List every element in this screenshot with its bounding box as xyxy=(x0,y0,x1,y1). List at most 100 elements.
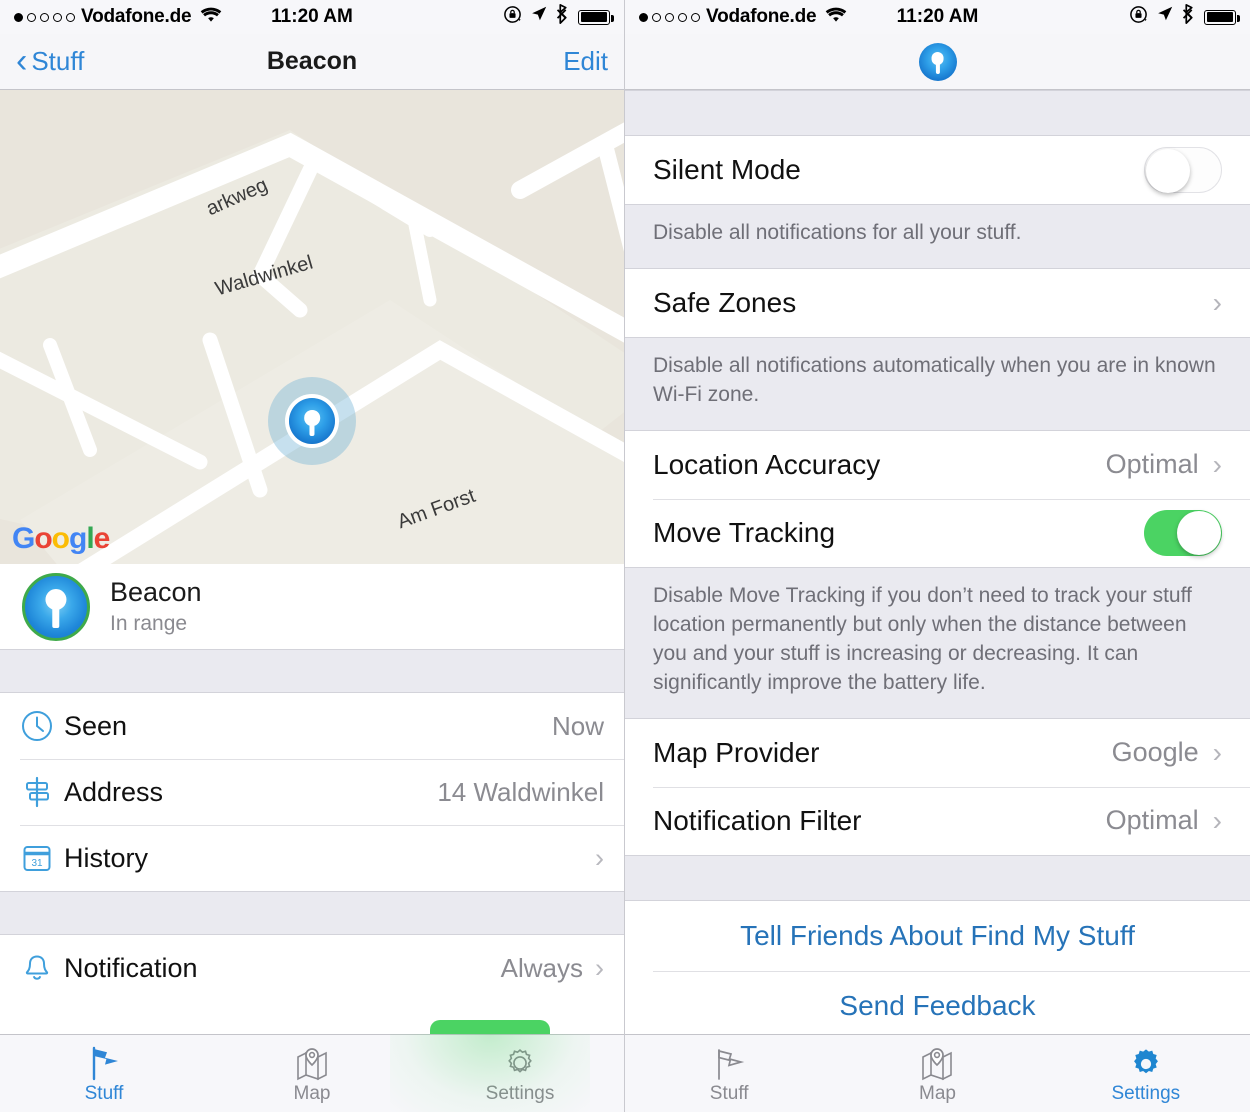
partial-toggle-bleed xyxy=(430,1020,550,1034)
tab-stuff[interactable]: Stuff xyxy=(625,1043,833,1105)
row-silent-mode[interactable]: Silent Mode xyxy=(625,136,1250,204)
beacon-avatar-icon xyxy=(22,572,90,641)
section-gap xyxy=(625,854,1250,901)
chevron-right-icon: › xyxy=(1212,804,1222,836)
row-map-provider[interactable]: Map Provider Google › xyxy=(625,718,1250,787)
silent-mode-toggle[interactable] xyxy=(1144,147,1222,193)
map-view[interactable]: arkweg Waldwinkel Am Forst Google xyxy=(0,90,624,564)
tab-map[interactable]: Map xyxy=(833,1043,1041,1105)
section-gap xyxy=(0,649,624,693)
rotation-lock-icon xyxy=(503,5,522,30)
left-screen-beacon-detail: Vodafone.de 11:20 AM ‹ Stuff Beacon Edit… xyxy=(0,0,625,1112)
nav-bar-left: ‹ Stuff Beacon Edit xyxy=(0,34,624,90)
chevron-right-icon: › xyxy=(595,952,604,983)
watermark-letter: l xyxy=(86,522,94,555)
right-screen-settings: Vodafone.de 11:20 AM Silent Mode Disable… xyxy=(625,0,1250,1112)
row-value: Optimal xyxy=(1105,449,1199,480)
tab-label: Map xyxy=(919,1082,956,1104)
row-label: Seen xyxy=(64,710,128,741)
tell-friends-link[interactable]: Tell Friends About Find My Stuff xyxy=(625,900,1250,971)
row-value: Always xyxy=(500,952,583,983)
row-label: Notification xyxy=(64,952,198,983)
tab-bar-left: Stuff Map Settings xyxy=(0,1034,624,1112)
watermark-letter: g xyxy=(69,522,87,555)
tab-settings[interactable]: Settings xyxy=(1042,1043,1250,1105)
google-watermark: Google xyxy=(12,522,111,556)
row-safe-zones[interactable]: Safe Zones › xyxy=(625,268,1250,337)
row-value: 14 Waldwinkel xyxy=(437,776,604,807)
dual-screenshot-container: Vodafone.de 11:20 AM ‹ Stuff Beacon Edit… xyxy=(0,0,1250,1112)
move-tracking-toggle[interactable] xyxy=(1144,509,1222,556)
bell-icon xyxy=(20,951,64,985)
tab-map[interactable]: Map xyxy=(208,1043,416,1105)
row-move-tracking[interactable]: Move Tracking xyxy=(625,498,1250,567)
note-safe-zones: Disable all notifications automatically … xyxy=(625,336,1250,431)
rotation-lock-icon xyxy=(1129,5,1148,30)
note-move-tracking: Disable Move Tracking if you don’t need … xyxy=(625,566,1250,719)
row-label: Location Accuracy xyxy=(653,448,881,480)
section-gap xyxy=(625,90,1250,136)
nav-bar-right xyxy=(625,34,1250,90)
tab-label: Settings xyxy=(1111,1082,1181,1104)
row-label: Notification Filter xyxy=(653,804,862,836)
calendar-icon: 31 xyxy=(20,841,64,875)
gear-icon xyxy=(1126,1043,1166,1081)
section-gap xyxy=(0,891,624,935)
status-bar-icons-group xyxy=(503,4,614,30)
row-value: Optimal xyxy=(1105,805,1199,836)
chevron-right-icon: › xyxy=(1212,448,1222,480)
row-history[interactable]: 31 History › xyxy=(0,825,624,891)
bluetooth-icon xyxy=(1182,4,1196,30)
status-bar-right: Vodafone.de 11:20 AM xyxy=(625,0,1250,34)
signpost-icon xyxy=(20,775,64,809)
send-feedback-link[interactable]: Send Feedback xyxy=(625,970,1250,1041)
info-list: Seen Now Address 14 Waldwinkel 31 Histor… xyxy=(0,693,624,891)
app-logo-beacon-icon xyxy=(625,42,1250,81)
battery-icon xyxy=(1204,9,1240,25)
row-notification[interactable]: Notification Always › xyxy=(0,935,624,1001)
row-value: Now xyxy=(551,710,604,741)
flag-icon xyxy=(709,1043,749,1081)
row-label: Address xyxy=(64,776,164,807)
clock-icon xyxy=(20,709,64,743)
tab-bar-right: Stuff Map Settings xyxy=(625,1034,1250,1112)
battery-icon xyxy=(578,9,614,25)
tab-label: Map xyxy=(293,1082,331,1104)
row-seen[interactable]: Seen Now xyxy=(0,693,624,759)
tab-settings[interactable]: Settings xyxy=(416,1043,624,1105)
bluetooth-icon xyxy=(556,4,570,30)
map-pin-icon xyxy=(917,1043,957,1081)
row-label: Silent Mode xyxy=(653,154,801,185)
gear-icon xyxy=(500,1043,540,1081)
status-bar-left: Vodafone.de 11:20 AM xyxy=(0,0,624,34)
row-label: Map Provider xyxy=(653,736,820,768)
status-bar-icons-group xyxy=(1129,4,1240,30)
watermark-letter: o xyxy=(51,522,70,555)
notification-list: Notification Always › xyxy=(0,935,624,1001)
tab-label: Stuff xyxy=(84,1082,124,1104)
device-info: Beacon In range xyxy=(110,576,202,637)
tab-stuff[interactable]: Stuff xyxy=(0,1043,208,1105)
beacon-location-pin-icon[interactable] xyxy=(268,377,356,465)
row-label: History xyxy=(64,842,149,873)
watermark-letter: G xyxy=(12,522,35,555)
row-value: Google xyxy=(1111,737,1199,768)
tab-label: Settings xyxy=(485,1082,555,1104)
row-location-accuracy[interactable]: Location Accuracy Optimal › xyxy=(625,430,1250,499)
flag-icon xyxy=(84,1043,124,1081)
map-roads xyxy=(0,90,624,564)
row-address[interactable]: Address 14 Waldwinkel xyxy=(0,759,624,825)
device-header-row[interactable]: Beacon In range xyxy=(0,564,624,649)
tab-label: Stuff xyxy=(709,1082,749,1104)
watermark-letter: e xyxy=(93,522,111,555)
chevron-right-icon: › xyxy=(595,842,604,873)
location-arrow-icon xyxy=(1156,5,1174,29)
page-title: Beacon xyxy=(266,47,358,75)
row-label: Safe Zones xyxy=(653,286,797,318)
row-notification-filter[interactable]: Notification Filter Optimal › xyxy=(625,786,1250,855)
chevron-right-icon: › xyxy=(1212,736,1222,768)
watermark-letter: o xyxy=(34,522,52,555)
device-status: In range xyxy=(110,611,188,635)
location-arrow-icon xyxy=(530,5,548,29)
row-label: Move Tracking xyxy=(653,516,836,548)
